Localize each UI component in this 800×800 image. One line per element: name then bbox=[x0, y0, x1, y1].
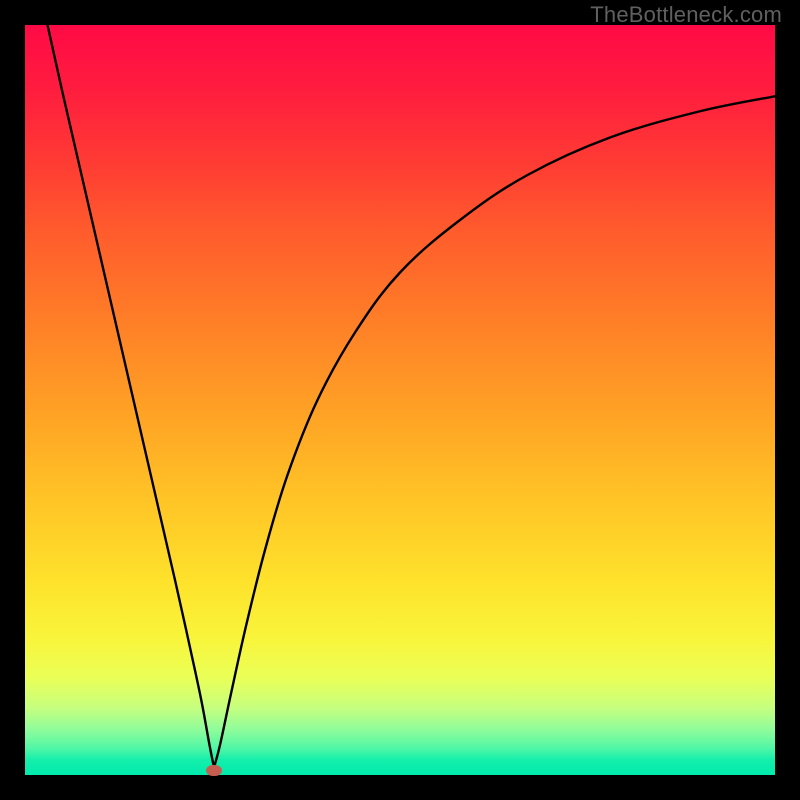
chart-frame: TheBottleneck.com bbox=[0, 0, 800, 800]
watermark-text: TheBottleneck.com bbox=[590, 2, 782, 28]
plot-area bbox=[25, 25, 775, 775]
minimum-marker bbox=[206, 765, 223, 776]
curve-path bbox=[48, 25, 776, 768]
bottleneck-curve bbox=[25, 25, 775, 775]
